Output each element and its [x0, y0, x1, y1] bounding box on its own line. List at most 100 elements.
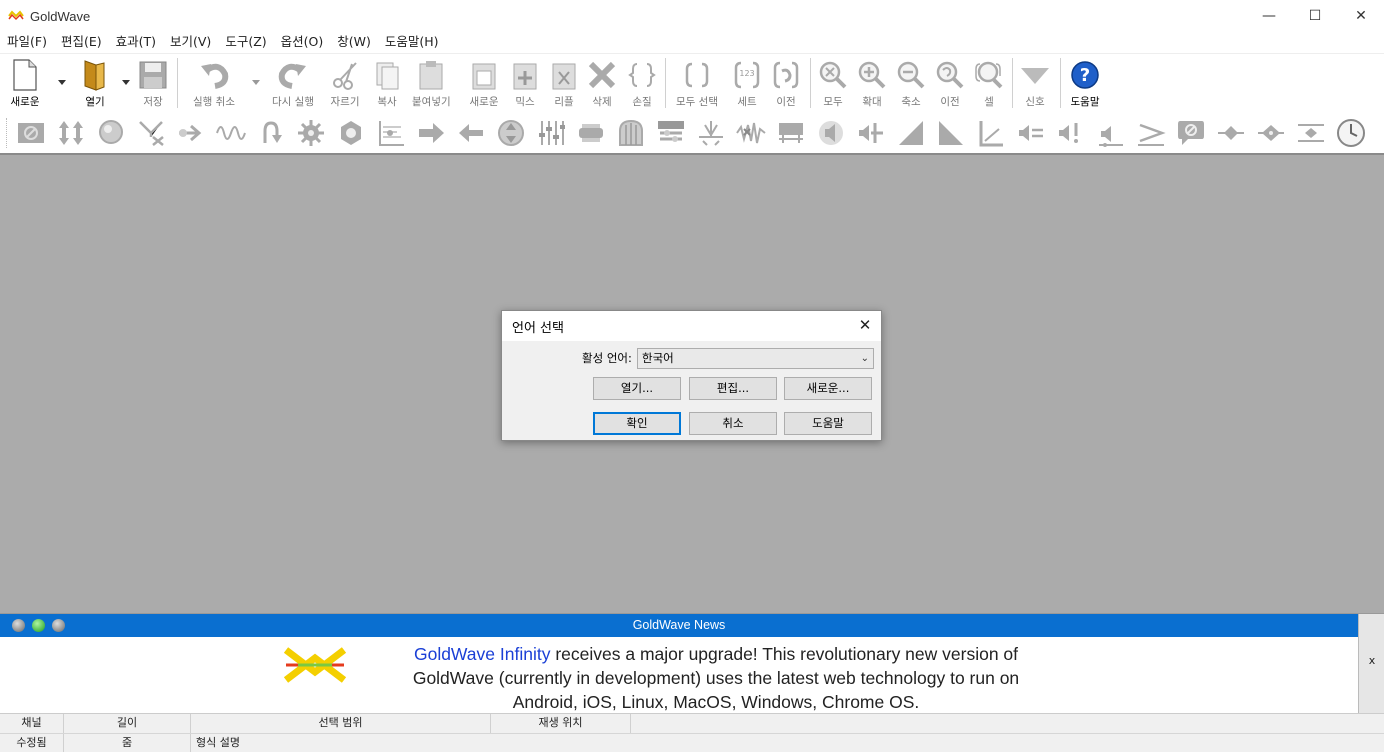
new-file-button[interactable]: 새로운	[8, 57, 42, 109]
ok-button[interactable]: 확인	[593, 412, 681, 435]
effect-pitch-button[interactable]	[496, 118, 526, 148]
effect-flanger-button[interactable]	[1136, 118, 1166, 148]
dialog-close-icon[interactable]: ✕	[855, 315, 875, 335]
replace-icon	[547, 57, 581, 93]
set-button[interactable]: 123 세트	[730, 57, 764, 109]
effect-pan-button[interactable]	[1216, 118, 1246, 148]
previous-selection-button[interactable]: 이전	[769, 57, 803, 109]
cut-button[interactable]: 자르기	[328, 57, 362, 109]
menu-tools[interactable]: 도구(Z)	[218, 32, 273, 52]
delete-label: 삭제	[592, 96, 612, 108]
menu-window[interactable]: 창(W)	[330, 32, 378, 52]
set-label: 세트	[737, 96, 757, 108]
open-file-button[interactable]: 열기	[78, 57, 112, 109]
effect-sphere-button[interactable]	[96, 118, 126, 148]
minimize-button[interactable]: —	[1246, 0, 1292, 32]
language-new-button[interactable]: 새로운...	[784, 377, 872, 400]
toolbar-grip[interactable]	[6, 118, 8, 148]
effect-speech-button[interactable]	[1176, 118, 1206, 148]
effect-forward-button[interactable]	[416, 118, 446, 148]
effect-silence-button[interactable]	[16, 118, 46, 148]
gear-icon	[298, 120, 324, 146]
menu-effects[interactable]: 효과(T)	[109, 32, 163, 52]
effect-volume-button[interactable]	[816, 118, 846, 148]
menu-help[interactable]: 도움말(H)	[378, 32, 446, 52]
effect-time-button[interactable]	[1336, 118, 1366, 148]
status-zoom: 줌	[64, 734, 191, 752]
effect-offset-button[interactable]	[176, 118, 206, 148]
replace-button[interactable]: 리플	[547, 57, 581, 109]
effect-eq-button[interactable]	[376, 118, 406, 148]
effect-invert-button[interactable]	[256, 118, 286, 148]
noise-reduction-icon	[699, 121, 723, 146]
open-folder-icon	[78, 57, 112, 93]
effect-pop-button[interactable]	[736, 118, 766, 148]
effect-shape-button[interactable]	[976, 118, 1006, 148]
effect-noise-button[interactable]	[696, 118, 726, 148]
language-edit-button[interactable]: 편집...	[689, 377, 777, 400]
mix-button[interactable]: 믹스	[508, 57, 542, 109]
zoom-out-button[interactable]: 축소	[894, 57, 928, 109]
cancel-button[interactable]: 취소	[689, 412, 777, 435]
menu-options[interactable]: 옵션(O)	[274, 32, 331, 52]
language-dropdown[interactable]: 한국어 ⌄	[637, 348, 874, 369]
effect-spread-button[interactable]	[1296, 118, 1326, 148]
paste-new-button[interactable]: 새로운	[467, 57, 501, 109]
effect-doppler-button[interactable]	[336, 118, 366, 148]
effect-resize-button[interactable]	[56, 118, 86, 148]
status-bar: 채널 길이 선택 범위 재생 위치 수정됨 줌 형식 설명	[0, 713, 1384, 752]
help-button[interactable]: ? 도움말	[1068, 57, 1102, 109]
news-link-goldwave-infinity[interactable]: GoldWave Infinity	[414, 644, 551, 664]
effect-dynamics-button[interactable]	[656, 118, 686, 148]
effect-stereo-button[interactable]	[1256, 118, 1286, 148]
zoom-all-button[interactable]: 모두	[816, 57, 850, 109]
dialog-title-bar: 언어 선택 ✕	[502, 311, 881, 341]
effect-reverse-button[interactable]	[456, 118, 486, 148]
effect-mixer-button[interactable]	[536, 118, 566, 148]
speaker-max-icon	[1059, 123, 1078, 143]
delete-button[interactable]: 삭제	[585, 57, 619, 109]
zoom-in-button[interactable]: 확대	[855, 57, 889, 109]
new-dropdown-arrow-icon[interactable]	[58, 80, 66, 85]
redo-label: 다시 실행	[272, 96, 314, 108]
effect-channel-button[interactable]	[136, 118, 166, 148]
cue-button[interactable]: 신호	[1018, 57, 1052, 109]
close-window-button[interactable]: ✕	[1338, 0, 1384, 32]
menu-file[interactable]: 파일(F)	[0, 32, 54, 52]
effect-compress-button[interactable]	[576, 118, 606, 148]
news-close-button[interactable]: x	[1359, 654, 1384, 667]
dialog-help-button[interactable]: 도움말	[784, 412, 872, 435]
effect-filter-button[interactable]	[776, 118, 806, 148]
menu-view[interactable]: 보기(V)	[163, 32, 218, 52]
effect-fade-in-button[interactable]	[896, 118, 926, 148]
shape-volume-icon	[979, 121, 1003, 147]
maximize-button[interactable]: ☐	[1292, 0, 1338, 32]
goldwave-logo-icon	[8, 10, 24, 21]
select-all-button[interactable]: 모두 선택	[676, 57, 718, 109]
save-button[interactable]: 저장	[136, 57, 170, 109]
effect-gate-button[interactable]	[616, 118, 646, 148]
effect-change-volume-button[interactable]	[856, 118, 886, 148]
effect-fade-out-button[interactable]	[936, 118, 966, 148]
paste-button[interactable]: 붙여넣기	[412, 57, 451, 109]
language-open-button[interactable]: 열기...	[593, 377, 681, 400]
undo-dropdown-arrow-icon[interactable]	[252, 80, 260, 85]
menu-edit[interactable]: 편집(E)	[54, 32, 109, 52]
effect-echo-button[interactable]	[1096, 118, 1126, 148]
effect-wave-button[interactable]	[216, 118, 246, 148]
effect-gear-button[interactable]	[296, 118, 326, 148]
toolbar-separator	[810, 58, 811, 108]
undo-button[interactable]: 실행 취소	[193, 57, 235, 109]
trim-button[interactable]: 손질	[625, 57, 659, 109]
news-panel: GoldWave News x GoldWave Infinity receiv…	[0, 613, 1384, 714]
copy-button[interactable]: 복사	[370, 57, 404, 109]
effect-match-volume-button[interactable]	[1016, 118, 1046, 148]
open-dropdown-arrow-icon[interactable]	[122, 80, 130, 85]
zoom-cell-button[interactable]: 셀	[972, 57, 1006, 109]
zoom-in-icon	[855, 57, 889, 93]
redo-button[interactable]: 다시 실행	[272, 57, 314, 109]
cue-label: 신호	[1025, 96, 1045, 108]
zoom-previous-button[interactable]: 이전	[933, 57, 967, 109]
effect-maximize-button[interactable]	[1056, 118, 1086, 148]
svg-text:?: ?	[1080, 65, 1090, 86]
